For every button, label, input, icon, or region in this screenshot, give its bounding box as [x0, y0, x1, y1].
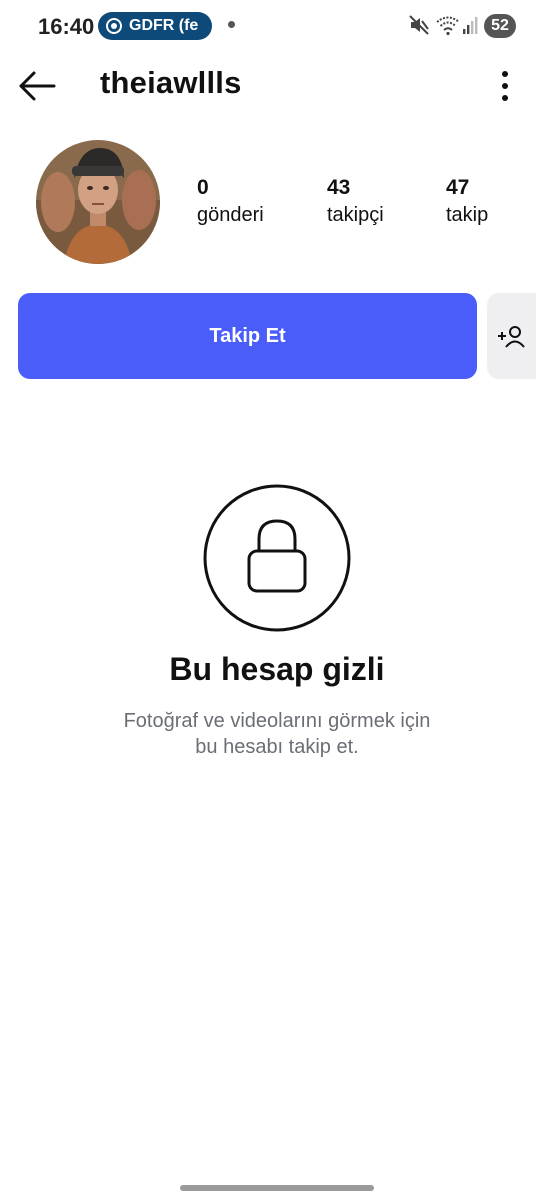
record-icon: [106, 18, 122, 34]
lock-icon: [203, 484, 351, 632]
posts-label: gönderi: [197, 204, 264, 226]
private-subtitle-line-1: Fotoğraf ve videolarını görmek için: [123, 710, 431, 732]
following-count: 47: [446, 176, 470, 199]
suggested-accounts-button[interactable]: [487, 293, 536, 379]
profile-username: theiawllls: [100, 65, 242, 100]
profile-avatar[interactable]: [36, 140, 160, 264]
private-subtitle-line-2: bu hesabı takip et.: [195, 736, 359, 758]
home-indicator[interactable]: [180, 1185, 374, 1191]
followers-label: takipçi: [327, 204, 384, 226]
status-time: 16:40: [38, 14, 95, 39]
more-options-icon[interactable]: [490, 68, 520, 104]
posts-count: 0: [197, 176, 209, 199]
follow-button[interactable]: Takip Et: [18, 293, 477, 379]
followers-count: 43: [327, 176, 351, 199]
notification-text: GDFR (fe: [129, 17, 199, 34]
add-person-icon: [498, 326, 525, 348]
status-bar: 16:40 GDFR (fe 52: [0, 0, 554, 52]
notification-pill[interactable]: GDFR (fe: [98, 12, 212, 40]
private-account-title: Bu hesap gizli: [169, 651, 385, 687]
notification-dot: [228, 21, 235, 28]
following-stat[interactable]: 47 takip: [446, 176, 488, 227]
muted-icon: [409, 15, 429, 35]
signal-icon: [463, 17, 478, 34]
posts-stat: 0 gönderi: [197, 176, 264, 227]
battery-indicator: 52: [484, 14, 516, 38]
following-label: takip: [446, 204, 489, 226]
back-arrow-icon[interactable]: [18, 66, 58, 106]
followers-stat[interactable]: 43 takipçi: [327, 176, 384, 227]
private-account-subtitle: Fotoğraf ve videolarını görmek için bu h…: [77, 708, 477, 760]
avatar-image: [36, 140, 160, 264]
wifi-icon: [436, 16, 460, 36]
